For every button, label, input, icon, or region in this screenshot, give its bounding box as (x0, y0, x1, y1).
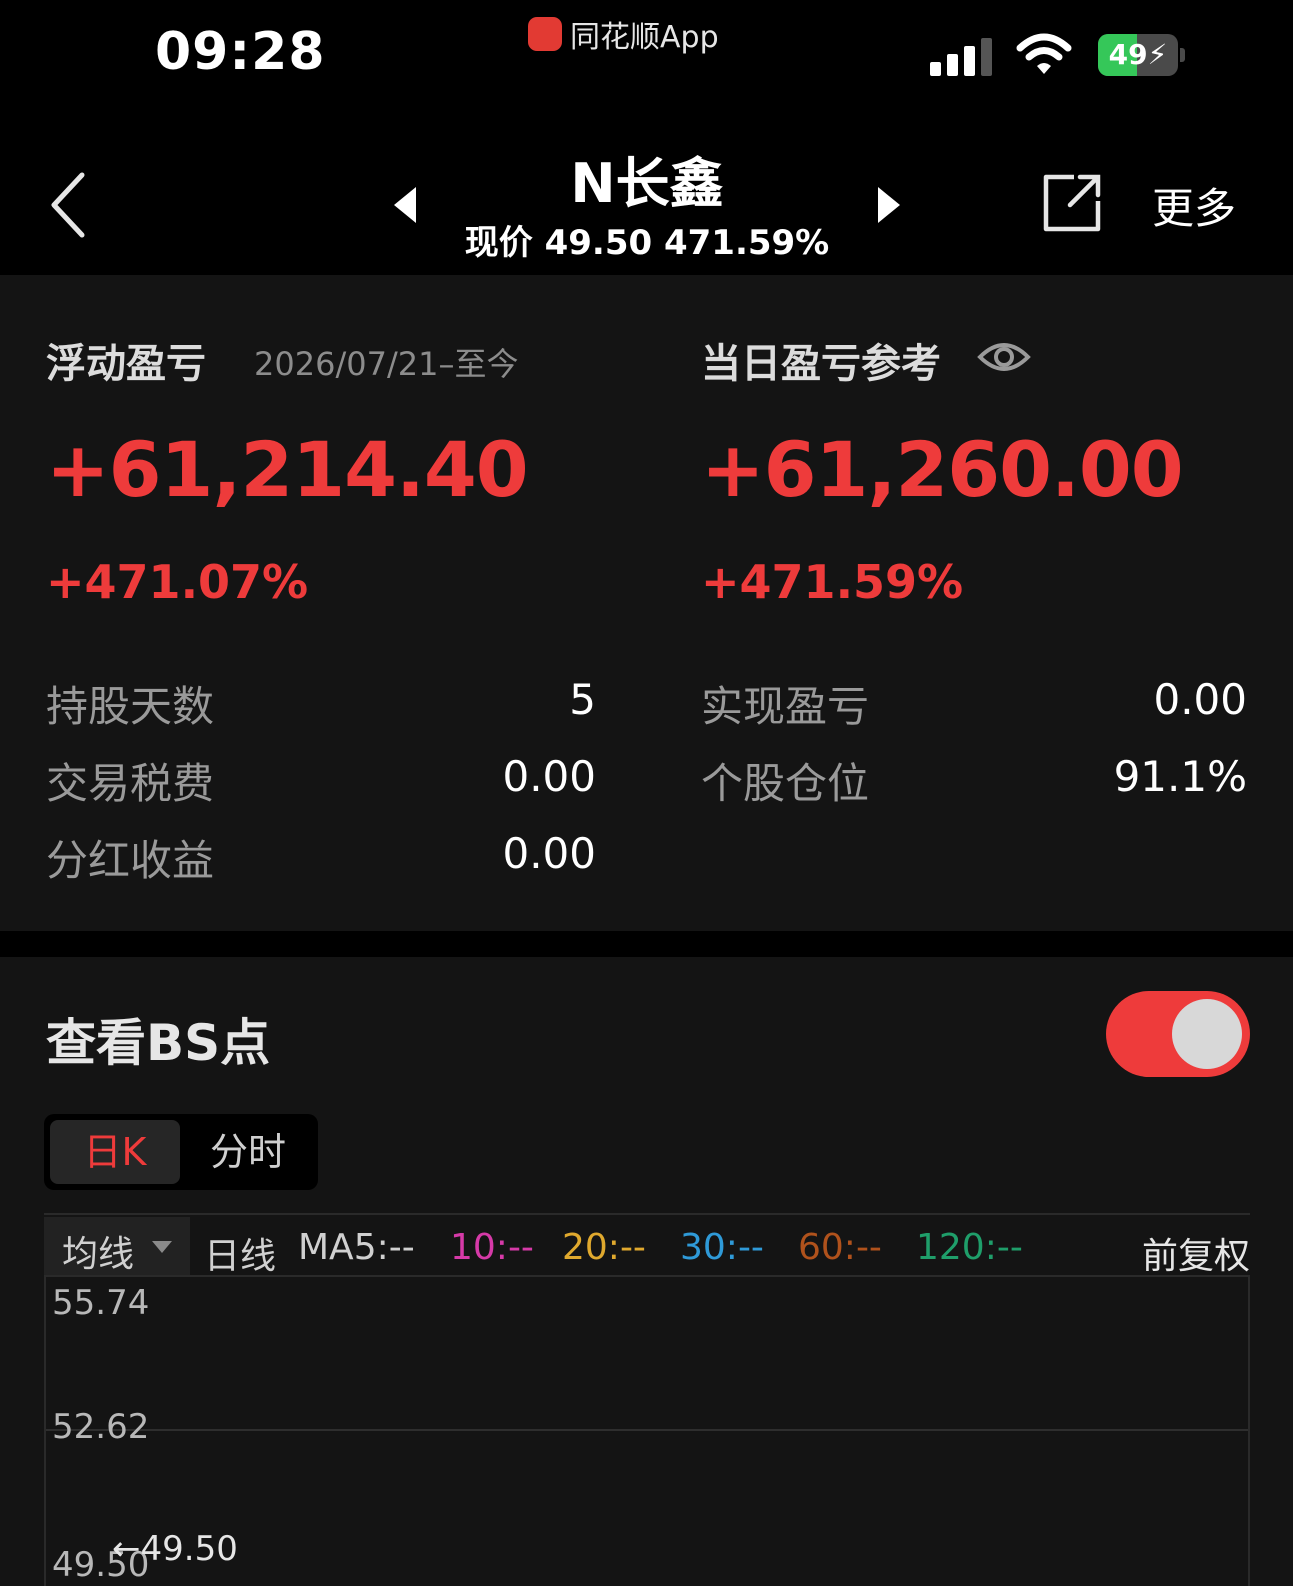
moving-average-bar: 均线 日线 MA5:-- 10:-- 20:-- 30:-- 60:-- 120… (44, 1213, 1250, 1277)
clock: 09:28 (155, 22, 326, 82)
stat-row-realized-profit: 实现盈亏 0.00 (701, 673, 1247, 733)
source-app-indicator[interactable]: 同花顺App (528, 12, 719, 56)
back-arrow-icon[interactable] (44, 165, 94, 245)
ma60-value: 60:-- (798, 1227, 882, 1268)
daily-profit-column: 当日盈亏参考 +61,260.00 +471.59% 实现盈亏 0.00 个股仓… (701, 275, 1247, 931)
ma30-value: 30:-- (680, 1227, 764, 1268)
current-price-marker: ←49.50 (112, 1529, 238, 1569)
section-divider (0, 931, 1293, 957)
caret-down-icon (152, 1241, 172, 1253)
battery-cap (1180, 48, 1185, 62)
share-external-icon[interactable] (1040, 171, 1104, 235)
ma5-value: MA5:-- (298, 1227, 415, 1268)
bs-points-panel: 查看BS点 日K 分时 均线 日线 MA5:-- 10:-- 20:-- 30:… (0, 957, 1293, 1586)
floating-profit-title: 浮动盈亏 (46, 341, 206, 387)
stat-row-trading-fees: 交易税费 0.00 (46, 750, 596, 810)
ma120-value: 120:-- (916, 1227, 1023, 1268)
ma10-value: 10:-- (450, 1227, 534, 1268)
kline-chart[interactable]: 55.74 52.62 49.50 ←49.50 (44, 1275, 1250, 1586)
chart-type-segmented-control: 日K 分时 (44, 1114, 318, 1190)
stat-row-holding-days: 持股天数 5 (46, 673, 596, 733)
floating-profit-date-range: 2026/07/21–至今 (254, 345, 519, 383)
battery-percent: 49⚡ (1108, 38, 1168, 71)
profit-panel: 浮动盈亏 2026/07/21–至今 +61,214.40 +471.07% 持… (0, 275, 1293, 931)
bs-points-title: 查看BS点 (46, 1014, 271, 1072)
more-button[interactable]: 更多 (1152, 175, 1236, 236)
adjust-mode-button[interactable]: 前复权 (1142, 1227, 1250, 1279)
stat-value: 5 (569, 675, 596, 724)
ma-period-label: 日线 (204, 1236, 277, 1277)
stat-value: 0.00 (1153, 675, 1247, 724)
cellular-signal-icon (930, 38, 992, 76)
floating-profit-amount: +61,214.40 (46, 425, 529, 514)
y-axis-label: 55.74 (52, 1283, 150, 1323)
stat-label: 持股天数 (46, 682, 215, 731)
toggle-knob (1172, 999, 1242, 1069)
previous-stock-icon[interactable] (388, 183, 424, 227)
wifi-icon (1016, 33, 1072, 74)
stat-value: 0.00 (502, 829, 596, 878)
next-stock-icon[interactable] (870, 183, 906, 227)
stat-label: 交易税费 (46, 759, 215, 808)
status-bar: 09:28 同花顺App 49⚡ (0, 0, 1293, 115)
ma-selector-dropdown[interactable]: 均线 (44, 1217, 190, 1275)
floating-profit-column: 浮动盈亏 2026/07/21–至今 +61,214.40 +471.07% 持… (46, 275, 596, 931)
battery-body: 49⚡ (1098, 34, 1178, 76)
daily-profit-percent: +471.59% (701, 555, 964, 609)
ma-selector-label: 均线 (62, 1234, 135, 1275)
stat-label: 个股仓位 (701, 759, 870, 808)
grid-line (46, 1429, 1248, 1431)
tab-intraday[interactable]: 分时 (184, 1120, 312, 1184)
daily-profit-title: 当日盈亏参考 (701, 341, 941, 387)
ma20-value: 20:-- (562, 1227, 646, 1268)
stat-row-position-ratio: 个股仓位 91.1% (701, 750, 1247, 810)
stock-name: N长鑫 (570, 152, 724, 215)
app-logo-icon (528, 17, 562, 51)
source-app-label: 同花顺App (570, 20, 719, 55)
stat-label: 分红收益 (46, 836, 215, 885)
current-price-line: 现价 49.50 471.59% (464, 223, 830, 263)
stat-row-dividend: 分红收益 0.00 (46, 827, 596, 887)
daily-profit-amount: +61,260.00 (701, 425, 1184, 514)
stat-value: 0.00 (502, 752, 596, 801)
battery-indicator: 49⚡ (1098, 34, 1186, 76)
stock-header: N长鑫 现价 49.50 471.59% 更多 (0, 115, 1293, 275)
bs-points-toggle[interactable] (1106, 991, 1250, 1077)
stat-label: 实现盈亏 (701, 682, 870, 731)
floating-profit-percent: +471.07% (46, 555, 309, 609)
y-axis-label: 52.62 (52, 1407, 150, 1447)
tab-daily-k[interactable]: 日K (50, 1120, 180, 1184)
eye-icon[interactable] (977, 335, 1031, 379)
stat-value: 91.1% (1113, 752, 1247, 801)
